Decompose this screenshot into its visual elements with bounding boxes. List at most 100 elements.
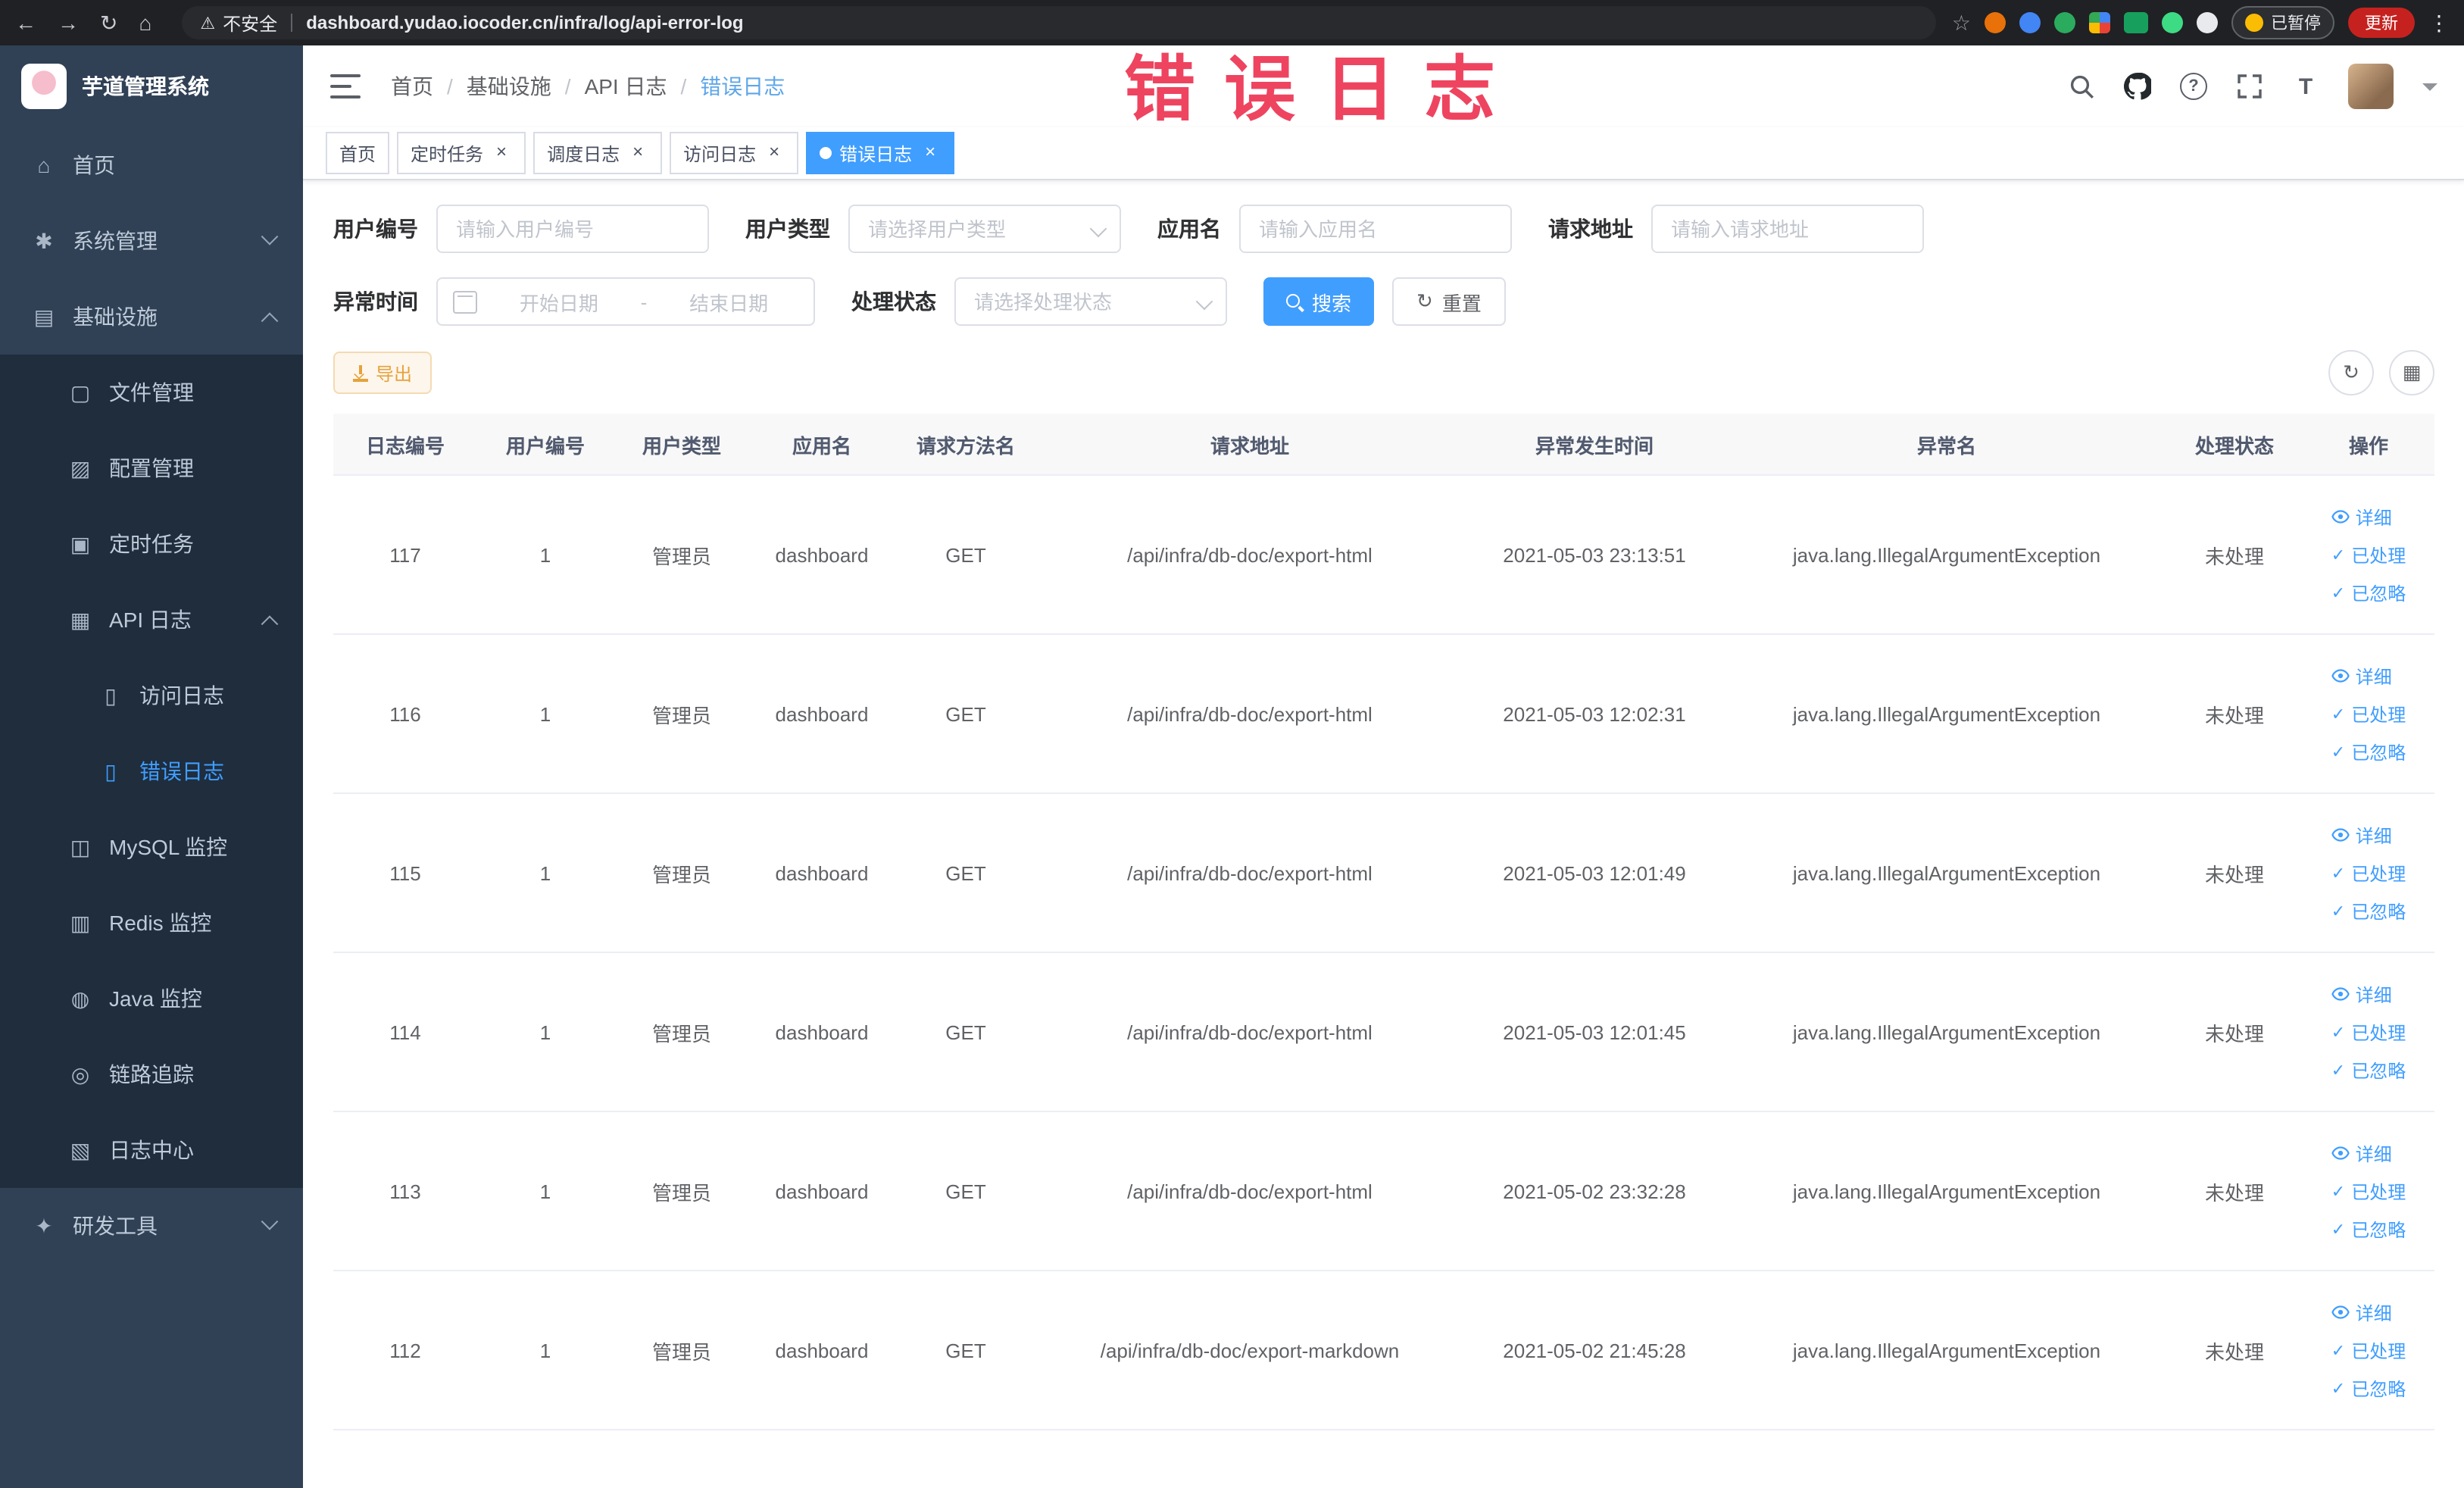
extension-icon[interactable] (2054, 12, 2075, 33)
column-header: 处理状态 (2166, 414, 2303, 476)
check-icon (2331, 582, 2345, 603)
github-icon[interactable] (2124, 73, 2151, 100)
extension-icon[interactable] (2162, 12, 2183, 33)
reload-icon[interactable] (100, 10, 117, 36)
close-icon[interactable] (627, 142, 648, 164)
export-button[interactable]: 导出 (333, 352, 433, 394)
breadcrumb-item[interactable]: 首页 (391, 71, 467, 102)
reset-button[interactable]: 重置 (1392, 277, 1506, 326)
processed-link[interactable]: 已处理 (2331, 854, 2406, 892)
tab-access-log[interactable]: 访问日志 (670, 132, 799, 174)
chevron-down-icon (261, 228, 279, 245)
close-icon[interactable] (920, 142, 941, 164)
processed-link[interactable]: 已处理 (2331, 1172, 2406, 1210)
doc-icon: ▯ (105, 683, 117, 707)
sidebar-item-log-center[interactable]: ▧ 日志中心 (0, 1112, 303, 1188)
extension-icon[interactable] (2124, 12, 2148, 33)
browser-menu-icon[interactable] (2428, 10, 2450, 36)
start-date-placeholder: 开始日期 (519, 292, 598, 314)
detail-link[interactable]: 详细 (2331, 1134, 2406, 1172)
bookmark-star-icon[interactable] (1952, 10, 1971, 36)
tab-home[interactable]: 首页 (326, 132, 390, 174)
extension-icon[interactable] (2089, 12, 2110, 33)
sidebar-item-access-log[interactable]: ▯ 访问日志 (0, 658, 303, 733)
process-status-select[interactable] (954, 277, 1227, 326)
sidebar-item-api-log[interactable]: ▦ API 日志 (0, 582, 303, 658)
process-status-select-input[interactable] (954, 277, 1227, 326)
sidebar-item-redis-monitor[interactable]: ▥ Redis 监控 (0, 885, 303, 961)
cell-exception: java.lang.IllegalArgumentException (1727, 1271, 2166, 1430)
app-logo[interactable]: 芋道管理系统 (0, 45, 303, 127)
download-icon (353, 364, 368, 381)
help-icon[interactable]: ? (2180, 73, 2207, 100)
detail-link[interactable]: 详细 (2331, 1293, 2406, 1331)
ignored-link[interactable]: 已忽略 (2331, 1051, 2406, 1089)
detail-link[interactable]: 详细 (2331, 975, 2406, 1013)
user-type-select[interactable] (848, 205, 1121, 253)
sidebar-item-file-management[interactable]: ▢ 文件管理 (0, 355, 303, 430)
sidebar-item-home[interactable]: ⌂ 首页 (0, 127, 303, 203)
sidebar-item-error-log[interactable]: ▯ 错误日志 (0, 733, 303, 809)
sidebar-item-system-management[interactable]: ✱ 系统管理 (0, 203, 303, 279)
sidebar-item-label: 定时任务 (109, 532, 194, 556)
breadcrumb-item[interactable]: API 日志 (585, 71, 701, 102)
cell-app_name: dashboard (750, 793, 894, 953)
ignored-link[interactable]: 已忽略 (2331, 1210, 2406, 1248)
caret-down-icon[interactable] (2422, 83, 2437, 98)
cell-actions: 详细已处理已忽略 (2303, 793, 2434, 953)
ignored-link[interactable]: 已忽略 (2331, 892, 2406, 930)
tab-scheduled-jobs[interactable]: 定时任务 (397, 132, 526, 174)
fullscreen-icon[interactable] (2236, 73, 2263, 100)
home-icon[interactable] (139, 11, 151, 35)
column-header: 请求地址 (1038, 414, 1462, 476)
sidebar-item-mysql-monitor[interactable]: ◫ MySQL 监控 (0, 809, 303, 885)
app-name-input[interactable] (1239, 205, 1512, 253)
check-icon (2331, 1218, 2345, 1239)
ignored-link[interactable]: 已忽略 (2331, 1369, 2406, 1407)
user-id-input[interactable] (436, 205, 709, 253)
detail-link[interactable]: 详细 (2331, 498, 2406, 536)
user-type-select-input[interactable] (848, 205, 1121, 253)
sidebar-item-config-management[interactable]: ▨ 配置管理 (0, 430, 303, 506)
sidebar-item-scheduled-jobs[interactable]: ▣ 定时任务 (0, 506, 303, 582)
sidebar-item-dev-tools[interactable]: ✦ 研发工具 (0, 1188, 303, 1264)
processed-link[interactable]: 已处理 (2331, 695, 2406, 733)
extension-icon[interactable] (2019, 12, 2041, 33)
detail-link[interactable]: 详细 (2331, 657, 2406, 695)
search-icon[interactable] (2068, 73, 2095, 100)
table-body: 117 1 管理员 dashboard GET/api/infra/db-doc/exp… (333, 475, 2434, 1430)
user-avatar[interactable] (2348, 64, 2394, 109)
extension-icon[interactable] (2197, 12, 2218, 33)
paused-extension-button[interactable]: 已暂停 (2231, 6, 2334, 39)
column-settings-button[interactable] (2389, 350, 2434, 395)
sidebar-item-infrastructure[interactable]: ▤ 基础设施 (0, 279, 303, 355)
breadcrumb-item[interactable]: 基础设施 (467, 71, 585, 102)
ignored-link[interactable]: 已忽略 (2331, 574, 2406, 611)
cell-log_id: 116 (333, 634, 477, 794)
extension-icon[interactable] (1985, 12, 2006, 33)
forward-icon[interactable] (58, 11, 79, 35)
tab-schedule-log[interactable]: 调度日志 (533, 132, 663, 174)
processed-link[interactable]: 已处理 (2331, 1331, 2406, 1369)
date-range-picker[interactable]: 开始日期 - 结束日期 (436, 277, 815, 326)
tab-error-log[interactable]: 错误日志 (806, 132, 955, 174)
refresh-table-button[interactable] (2328, 350, 2374, 395)
search-button[interactable]: 搜索 (1263, 277, 1375, 326)
close-icon[interactable] (491, 142, 512, 164)
browser-update-button[interactable]: 更新 (2348, 8, 2415, 38)
ignored-link[interactable]: 已忽略 (2331, 733, 2406, 771)
close-icon[interactable] (764, 142, 785, 164)
processed-link[interactable]: 已处理 (2331, 1013, 2406, 1051)
address-bar[interactable]: 不安全 dashboard.yudao.iocoder.cn/infra/log… (182, 6, 1937, 39)
sidebar-item-label: 首页 (73, 153, 115, 177)
hamburger-icon[interactable] (330, 74, 361, 98)
request-url-input[interactable] (1651, 205, 1924, 253)
check-icon (2331, 703, 2345, 724)
processed-link[interactable]: 已处理 (2331, 536, 2406, 574)
detail-link[interactable]: 详细 (2331, 816, 2406, 854)
sidebar-item-trace[interactable]: ◎ 链路追踪 (0, 1036, 303, 1112)
column-header: 用户编号 (477, 414, 614, 476)
sidebar-item-java-monitor[interactable]: ◍ Java 监控 (0, 961, 303, 1036)
back-icon[interactable] (15, 11, 36, 35)
font-size-icon[interactable]: T (2292, 73, 2319, 100)
